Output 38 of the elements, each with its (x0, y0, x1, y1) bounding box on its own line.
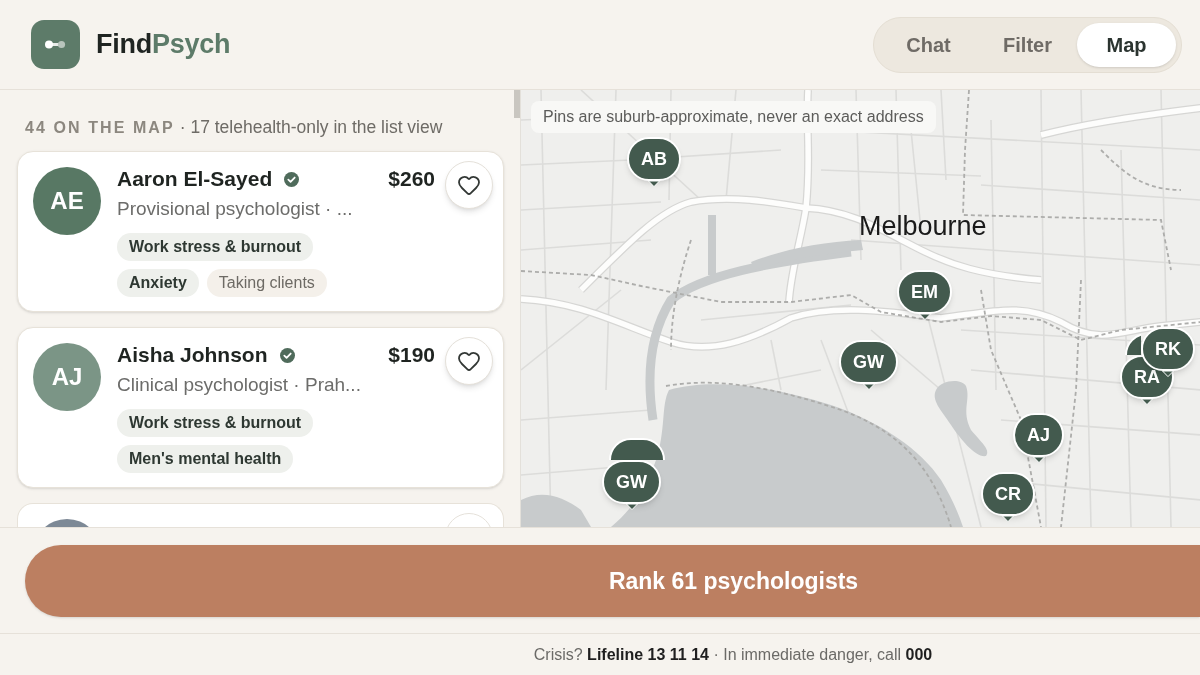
psychologist-card[interactable]: AJ Aisha Johnson Clinical psychologist · Prah... Work stress & burnout Men's mental health $190 (17, 327, 504, 488)
map-notice: Pins are suburb-approximate, never an exact address (531, 101, 936, 133)
psychologist-name: Aaron El-Sayed (117, 166, 273, 193)
psychologist-role: Clinical psychologist · Prah... (117, 373, 362, 397)
specialty-tag: Work stress & burnout (117, 233, 314, 261)
pin-tip-icon (1141, 399, 1153, 405)
view-tab[interactable]: Chat (879, 22, 978, 67)
specialty-tag: Men's mental health (117, 445, 294, 473)
pin-tip-icon (1162, 371, 1174, 377)
favorite-button[interactable] (445, 337, 493, 385)
telehealth-note: · 17 telehealth-only in the list view (179, 116, 443, 139)
map-count: 44 ON THE MAP (25, 118, 175, 138)
pin-tip-icon (1032, 457, 1045, 463)
logo-text: FindPsych (96, 28, 231, 62)
status-tag: Taking clients (206, 269, 327, 297)
specialty-tag: Work stress & burnout (117, 409, 314, 437)
favorite-button[interactable] (445, 161, 493, 209)
psychologist-role: Provisional psychologist · ... (117, 197, 354, 221)
pin-tip-icon (918, 314, 931, 320)
pin-tip-icon (625, 504, 638, 510)
view-tab[interactable]: Map (1077, 22, 1176, 67)
pin-tip-icon (862, 384, 875, 390)
logo-icon (31, 20, 80, 69)
pin-tip-icon (648, 181, 660, 187)
specialty-tag: Anxiety (117, 269, 199, 297)
session-price: $190 (387, 342, 435, 369)
map-city-label: Melbourne (859, 210, 987, 243)
heart-icon (457, 173, 481, 197)
session-price: $260 (387, 166, 435, 193)
avatar: AE (33, 167, 101, 235)
avatar: AJ (33, 343, 101, 411)
crisis-line: Crisis? Lifeline 13 11 14 · In immediate danger, call 000 (533, 644, 933, 665)
heart-icon (457, 349, 481, 373)
pin-tip-icon (1002, 516, 1014, 522)
psychologist-card[interactable]: AE Aaron El-Sayed Provisional psychologist · ... Work stress & burnout Anxiety Taking clients $260 (17, 151, 504, 312)
scrollbar-thumb[interactable] (514, 90, 520, 118)
psychologist-name: Aisha Johnson (117, 342, 268, 369)
view-tab[interactable]: Filter (978, 22, 1077, 67)
